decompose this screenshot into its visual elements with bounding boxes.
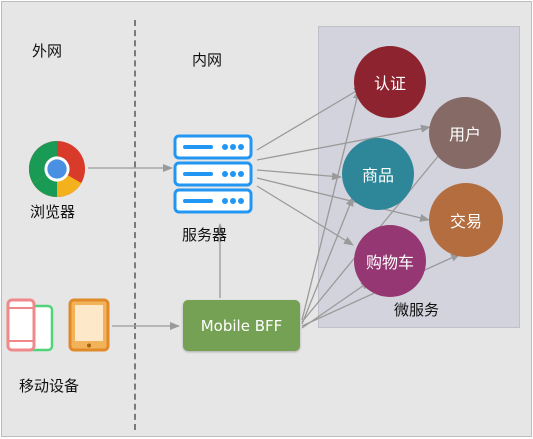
cart-service-node: 购物车 bbox=[354, 225, 426, 297]
architecture-diagram: 外网 内网 浏览器 服务器 移动设备 Mobile BFF 认证 用户 商品 交… bbox=[1, 1, 532, 437]
browser-label: 浏览器 bbox=[30, 203, 76, 221]
arrow-server-to-product bbox=[256, 169, 342, 181]
server-rack-icon bbox=[171, 132, 255, 220]
user-service-node: 用户 bbox=[429, 97, 501, 169]
trade-service-node: 交易 bbox=[429, 183, 503, 257]
arrow-server-to-cart bbox=[256, 185, 354, 246]
phone-icon bbox=[6, 298, 54, 358]
mobile-bff-node: Mobile BFF bbox=[183, 300, 300, 351]
server-label: 服务器 bbox=[182, 226, 228, 244]
product-service-node: 商品 bbox=[342, 138, 414, 210]
auth-service-node: 认证 bbox=[354, 46, 426, 118]
chrome-icon bbox=[28, 140, 86, 202]
tablet-icon bbox=[68, 298, 112, 358]
arrow-bff-to-cart bbox=[301, 280, 371, 329]
microservices-label: 微服务 bbox=[394, 301, 440, 319]
mobile-devices-label: 移动设备 bbox=[19, 377, 80, 395]
